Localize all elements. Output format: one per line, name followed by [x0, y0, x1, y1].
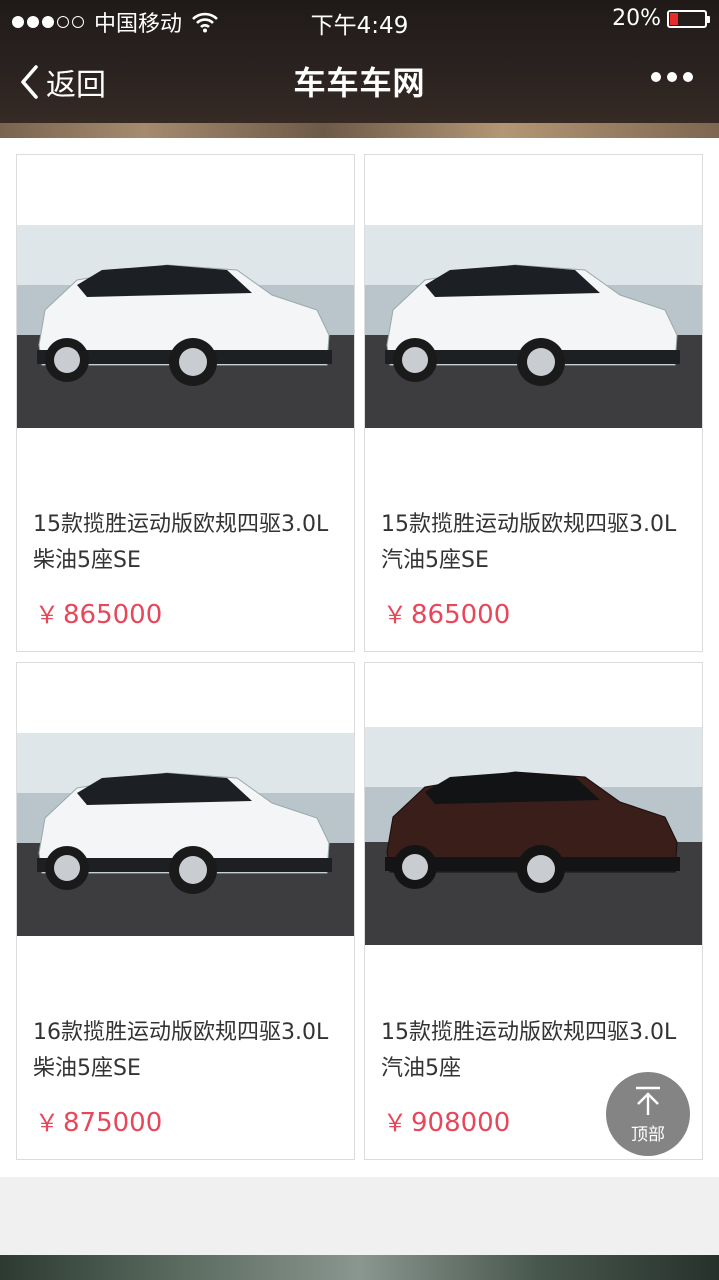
- more-options-button[interactable]: [651, 72, 693, 82]
- header-banner-image: [0, 123, 719, 138]
- footer-banner-image: [0, 1255, 719, 1280]
- currency-symbol: ￥: [383, 601, 407, 629]
- price-value: 865000: [63, 600, 163, 630]
- currency-symbol: ￥: [35, 1109, 59, 1137]
- price-value: 865000: [411, 600, 511, 630]
- product-image: [17, 733, 354, 936]
- product-card[interactable]: 16款揽胜运动版欧规四驱3.0L柴油5座SE ￥ 875000: [16, 662, 355, 1160]
- product-title: 16款揽胜运动版欧规四驱3.0L柴油5座SE: [33, 1020, 329, 1081]
- currency-symbol: ￥: [35, 601, 59, 629]
- app-header: 中国移动 下午4:49 20% 返回 车车车网: [0, 0, 719, 123]
- product-price: ￥ 865000: [383, 595, 510, 630]
- more-dot-icon: [651, 72, 661, 82]
- product-image: [365, 727, 702, 945]
- nav-bar: 返回 车车车网: [0, 40, 719, 123]
- battery-icon: [667, 9, 710, 28]
- back-to-top-label: 顶部: [631, 1125, 665, 1145]
- price-value: 908000: [411, 1108, 511, 1138]
- product-grid: 15款揽胜运动版欧规四驱3.0L柴油5座SE ￥ 865000 15款揽胜运动版欧…: [0, 138, 719, 1177]
- product-title: 15款揽胜运动版欧规四驱3.0L汽油5座SE: [381, 512, 677, 573]
- product-price: ￥ 875000: [35, 1103, 162, 1138]
- price-value: 875000: [63, 1108, 163, 1138]
- back-to-top-button[interactable]: 顶部: [606, 1072, 690, 1156]
- arrow-up-icon: [636, 1086, 660, 1115]
- status-right: 20%: [612, 6, 710, 31]
- product-card[interactable]: 15款揽胜运动版欧规四驱3.0L汽油5座SE ￥ 865000: [364, 154, 703, 652]
- product-image: [365, 225, 702, 428]
- product-card[interactable]: 15款揽胜运动版欧规四驱3.0L柴油5座SE ￥ 865000: [16, 154, 355, 652]
- battery-percent: 20%: [612, 6, 661, 31]
- more-dot-icon: [683, 72, 693, 82]
- product-price: ￥ 865000: [35, 595, 162, 630]
- footer-spacer: [0, 1177, 719, 1255]
- currency-symbol: ￥: [383, 1109, 407, 1137]
- product-image: [17, 225, 354, 428]
- page-title: 车车车网: [293, 64, 426, 102]
- more-dot-icon: [667, 72, 677, 82]
- product-price: ￥ 908000: [383, 1103, 510, 1138]
- product-title: 15款揽胜运动版欧规四驱3.0L柴油5座SE: [33, 512, 329, 573]
- status-bar: 中国移动 下午4:49 20%: [0, 0, 719, 40]
